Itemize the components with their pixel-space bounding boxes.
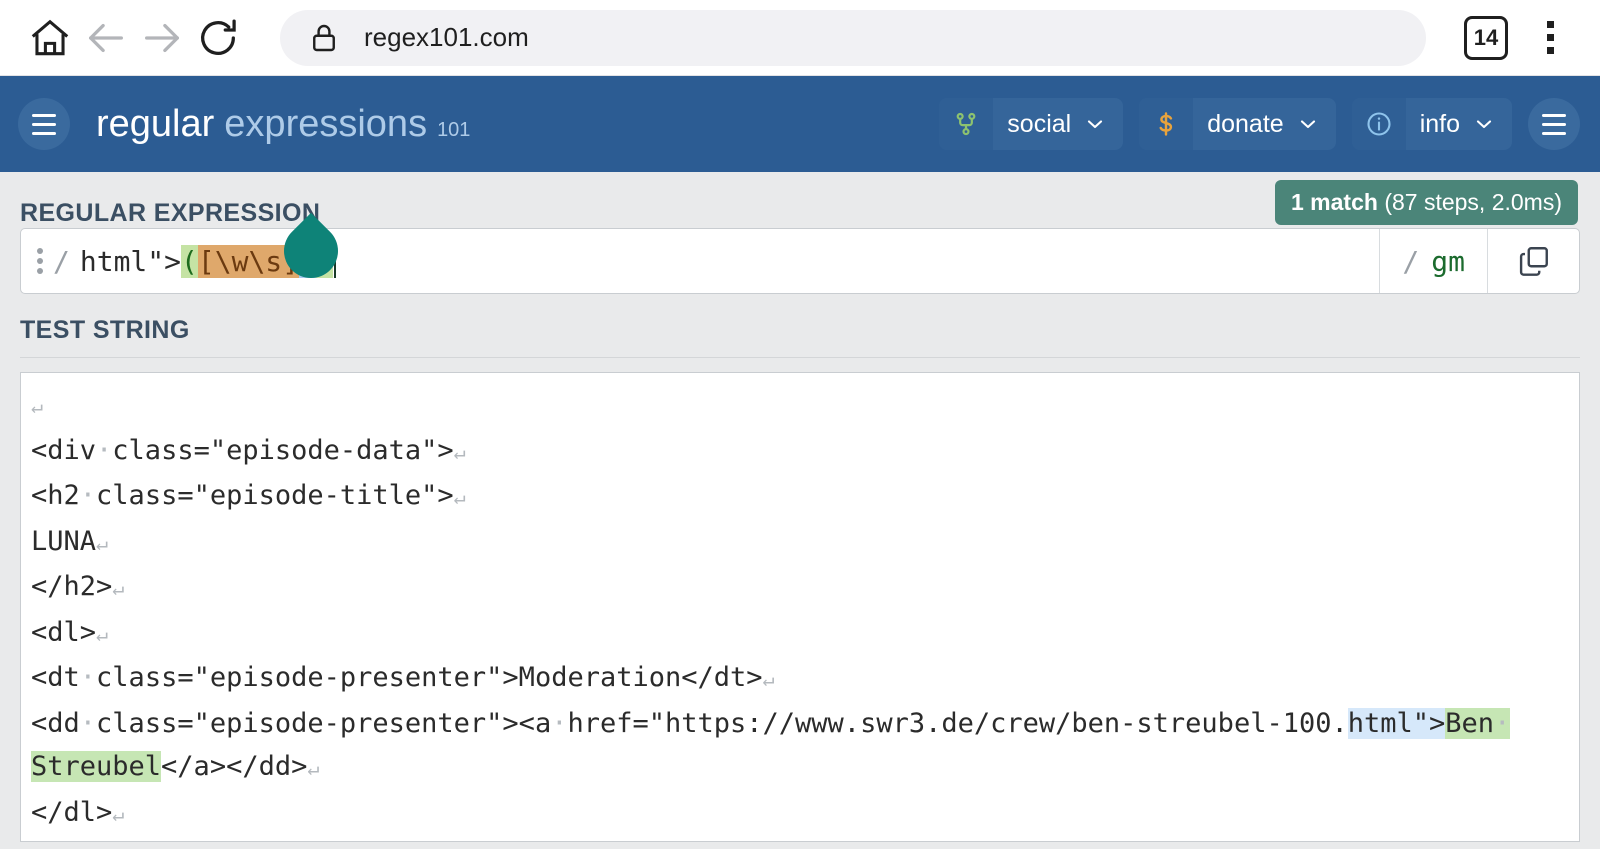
chevron-down-icon	[1472, 112, 1512, 136]
match-detail: (87 steps, 2.0ms)	[1384, 189, 1562, 215]
text-span: </dl>	[31, 796, 113, 828]
social-menu-label: social	[1007, 109, 1072, 138]
group-match-highlight: Streubel	[31, 751, 162, 782]
regex-close-delimiter: /	[1402, 244, 1420, 278]
back-arrow-icon[interactable]	[78, 10, 134, 66]
regex-section-title: REGULAR EXPRESSION	[20, 199, 321, 227]
test-string-line: <div·class="episode-data">↵	[21, 429, 1579, 475]
test-string-line: ↵	[21, 383, 1579, 429]
match-count: 1 match	[1290, 189, 1378, 215]
newline-symbol: ↵	[96, 530, 109, 555]
test-string-line: <dl>↵	[21, 611, 1579, 657]
info-menu-button[interactable]: info	[1351, 98, 1512, 150]
text-span: <dl>	[31, 616, 97, 648]
literal-match-highlight: html">	[1347, 707, 1446, 739]
newline-symbol: ↵	[307, 756, 320, 780]
info-menu-label: info	[1419, 109, 1460, 138]
social-menu-button[interactable]: social	[939, 98, 1124, 150]
regex-flags-value: gm	[1431, 244, 1465, 278]
test-string-line: <dd·class="episode-presenter"><a·href="h…	[21, 702, 1579, 746]
text-span: </h2>	[31, 571, 113, 602]
share-network-icon	[939, 98, 994, 150]
group-match-highlight: ·	[1494, 707, 1511, 739]
sidebar-toggle-button[interactable]	[18, 98, 70, 150]
newline-symbol: ↵	[31, 394, 44, 418]
brand-part-101: 101	[437, 118, 471, 141]
newline-symbol: ↵	[96, 621, 109, 646]
newline-symbol: ↵	[762, 667, 775, 691]
text-span: class="episode-presenter"><a	[96, 707, 552, 739]
group-match-highlight: Ben	[1445, 707, 1495, 739]
test-string-line: Streubel</a></dd>↵	[21, 745, 1579, 791]
regex-token-group-open: (	[181, 244, 198, 278]
brand-part-regular: regular	[96, 102, 215, 145]
kebab-menu-icon[interactable]	[1522, 10, 1578, 66]
brand-part-expressions: expressions	[224, 102, 428, 145]
address-bar-url: regex101.com	[364, 22, 529, 52]
site-header: regular expressions 101 social donate in…	[0, 76, 1600, 172]
newline-symbol: ↵	[112, 801, 125, 826]
test-string-line: </h2>↵	[21, 565, 1579, 611]
test-string-lines: <div·class="episode-data">↵ <h2·class="ep…	[21, 429, 1579, 842]
regex-section-header: REGULAR EXPRESSION 1 match (87 steps, 2.…	[0, 172, 1600, 228]
newline-symbol: ↵	[453, 439, 466, 464]
home-icon[interactable]	[22, 10, 78, 66]
tab-counter-button[interactable]: 14	[1464, 15, 1508, 60]
regex-token-plain: html">	[79, 244, 182, 278]
info-circle-icon	[1351, 98, 1406, 150]
text-span: <dt	[31, 662, 80, 693]
text-span: <div	[31, 434, 97, 466]
text-span: class="episode-data">	[112, 434, 454, 466]
text-span: class="episode-title">	[96, 480, 454, 511]
text-span: <dd	[31, 707, 80, 739]
test-string-line: </div>↵	[21, 836, 1579, 841]
main-panel: REGULAR EXPRESSION 1 match (87 steps, 2.…	[0, 172, 1600, 849]
section-divider	[20, 357, 1580, 358]
copy-regex-button[interactable]	[1487, 229, 1579, 293]
test-string-line: LUNA↵	[21, 520, 1579, 566]
forward-arrow-icon[interactable]	[134, 10, 190, 66]
donate-menu-button[interactable]: donate	[1139, 98, 1336, 150]
regex-open-delimiter: /	[53, 244, 70, 278]
space-dot: ·	[79, 707, 97, 739]
test-string-line: </dl>↵	[21, 791, 1579, 837]
reload-icon[interactable]	[190, 10, 246, 66]
site-logo[interactable]: regular expressions 101	[96, 103, 470, 146]
text-span: class="episode-presenter">Moderation</dt…	[96, 662, 763, 693]
header-more-menu-button[interactable]	[1528, 98, 1580, 150]
copy-icon	[1519, 247, 1548, 276]
dollar-icon	[1139, 98, 1194, 150]
test-section-header: TEST STRING	[0, 294, 1600, 345]
regex-pattern[interactable]: html">([\w\s]+)	[70, 244, 1370, 278]
address-bar[interactable]: regex101.com	[280, 9, 1426, 66]
newline-symbol: ↵	[453, 485, 466, 509]
text-span: href="https://www.swr3.de/crew/ben-streu…	[567, 707, 1348, 739]
text-span: </a></dd>	[161, 751, 308, 782]
test-string-input[interactable]: ↵ <div·class="episode-data">↵ <h2·class="…	[20, 372, 1580, 842]
newline-symbol: ↵	[112, 576, 125, 600]
lock-icon	[306, 20, 342, 56]
space-dot: ·	[96, 434, 113, 466]
browser-toolbar: regex101.com 14	[0, 0, 1600, 76]
space-dot: ·	[79, 480, 97, 511]
space-dot: ·	[551, 707, 568, 739]
test-section-title: TEST STRING	[20, 316, 190, 344]
space-dot: ·	[79, 662, 97, 693]
chevron-down-icon	[1296, 112, 1336, 136]
match-result-badge: 1 match (87 steps, 2.0ms)	[1274, 180, 1578, 225]
chevron-down-icon	[1083, 112, 1123, 136]
text-span: LUNA	[31, 525, 97, 557]
regex-flags[interactable]: / gm	[1379, 229, 1487, 293]
text-span: <h2	[31, 480, 80, 511]
regex-input[interactable]: / html">([\w\s]+) / gm	[20, 228, 1580, 294]
regex-field-wrapper: / html">([\w\s]+) / gm	[0, 212, 1600, 294]
test-string-line: <h2·class="episode-title">↵	[21, 474, 1579, 520]
drag-handle-icon[interactable]	[21, 248, 53, 274]
donate-menu-label: donate	[1207, 109, 1284, 138]
test-string-line: <dt·class="episode-presenter">Moderation…	[21, 656, 1579, 702]
